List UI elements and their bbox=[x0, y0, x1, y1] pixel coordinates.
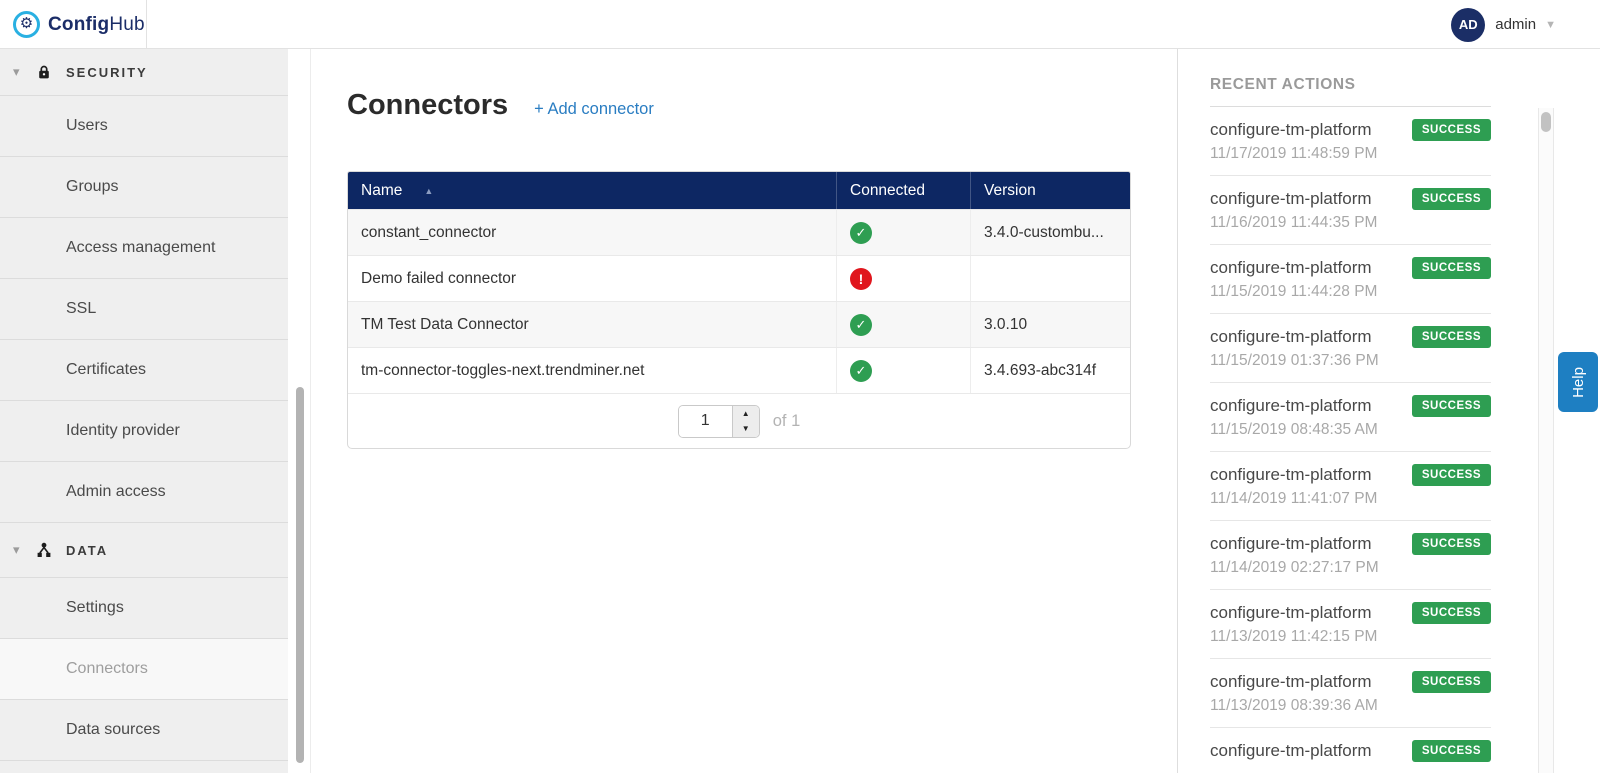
table-row[interactable]: tm-connector-toggles-next.trendminer.net… bbox=[348, 347, 1130, 393]
sidebar-item-groups[interactable]: Groups bbox=[0, 157, 288, 218]
connector-version: 3.4.0-custombu... bbox=[971, 210, 1130, 255]
action-timestamp: 11/13/2019 11:42:15 PM bbox=[1210, 627, 1491, 646]
connector-name: Demo failed connector bbox=[348, 256, 837, 301]
recent-actions-title: RECENT ACTIONS bbox=[1210, 76, 1356, 93]
recent-action-item[interactable]: configure-tm-platform 11/14/2019 11:41:0… bbox=[1210, 452, 1491, 521]
sidebar-section-label: SECURITY bbox=[66, 65, 148, 80]
action-timestamp: 11/15/2019 11:44:28 PM bbox=[1210, 282, 1491, 301]
recent-action-item[interactable]: configure-tm-platform 11/14/2019 02:27:1… bbox=[1210, 521, 1491, 590]
status-badge: SUCCESS bbox=[1412, 188, 1491, 210]
app-title: ConfigHub bbox=[48, 14, 145, 36]
connection-status-icon bbox=[850, 360, 872, 382]
connectors-table: Name ▲ Connected Version constant_connec… bbox=[347, 171, 1131, 449]
table-header: Name ▲ Connected Version bbox=[348, 172, 1130, 209]
main-content: Connectors + Add connector Name ▲ Connec… bbox=[311, 49, 1177, 773]
table-row[interactable]: TM Test Data Connector 3.0.10 bbox=[348, 301, 1130, 347]
sidebar-item-ssl[interactable]: SSL bbox=[0, 279, 288, 340]
sidebar-scrollbar[interactable] bbox=[296, 387, 304, 763]
status-badge: SUCCESS bbox=[1412, 119, 1491, 141]
recent-action-item[interactable]: configure-tm-platform 11/15/2019 11:44:2… bbox=[1210, 245, 1491, 314]
action-timestamp: 11/17/2019 11:48:59 PM bbox=[1210, 144, 1491, 163]
app-logo[interactable]: ⚙ ConfigHub bbox=[0, 0, 147, 49]
sidebar-item-users[interactable]: Users bbox=[0, 96, 288, 157]
status-badge: SUCCESS bbox=[1412, 602, 1491, 624]
action-timestamp: 11/14/2019 11:41:07 PM bbox=[1210, 489, 1491, 508]
recent-action-item[interactable]: configure-tm-platform SUCCESS bbox=[1210, 728, 1491, 773]
status-badge: SUCCESS bbox=[1412, 533, 1491, 555]
add-connector-button[interactable]: + Add connector bbox=[534, 100, 654, 119]
hierarchy-icon bbox=[36, 542, 52, 558]
chevron-down-icon: ▾ bbox=[13, 542, 20, 558]
help-tab[interactable]: Help bbox=[1558, 352, 1598, 412]
panel-scrollbar-thumb[interactable] bbox=[1541, 112, 1551, 132]
table-pagination: ▲ ▼ of 1 bbox=[348, 393, 1130, 448]
status-badge: SUCCESS bbox=[1412, 740, 1491, 762]
action-timestamp: 11/15/2019 01:37:36 PM bbox=[1210, 351, 1491, 370]
connector-version: 3.0.10 bbox=[971, 302, 1130, 347]
recent-action-item[interactable]: configure-tm-platform 11/17/2019 11:48:5… bbox=[1210, 107, 1491, 176]
sidebar-item-certificates[interactable]: Certificates bbox=[0, 340, 288, 401]
avatar: AD bbox=[1451, 8, 1485, 42]
recent-action-item[interactable]: configure-tm-platform 11/15/2019 08:48:3… bbox=[1210, 383, 1491, 452]
sidebar-section-security[interactable]: ▾ SECURITY bbox=[0, 49, 288, 96]
lock-icon bbox=[36, 64, 52, 80]
page-count-label: of 1 bbox=[773, 412, 801, 431]
action-timestamp: 11/14/2019 02:27:17 PM bbox=[1210, 558, 1491, 577]
user-menu[interactable]: AD admin ▼ bbox=[1451, 0, 1556, 49]
username: admin bbox=[1495, 16, 1536, 33]
sidebar-section-data[interactable]: ▾ DATA bbox=[0, 523, 288, 578]
help-tab-label: Help bbox=[1569, 367, 1586, 398]
table-row[interactable]: Demo failed connector bbox=[348, 255, 1130, 301]
recent-actions-panel: RECENT ACTIONS configure-tm-platform 11/… bbox=[1178, 49, 1600, 773]
sidebar-item-access-management[interactable]: Access management bbox=[0, 218, 288, 279]
status-badge: SUCCESS bbox=[1412, 257, 1491, 279]
status-badge: SUCCESS bbox=[1412, 395, 1491, 417]
sidebar-item-settings[interactable]: Settings bbox=[0, 578, 288, 639]
action-timestamp: 11/16/2019 11:44:35 PM bbox=[1210, 213, 1491, 232]
sidebar-item-admin-access[interactable]: Admin access bbox=[0, 462, 288, 523]
column-header-name[interactable]: Name ▲ bbox=[348, 172, 837, 209]
sidebar: ▾ SECURITY Users Groups Access managemen… bbox=[0, 49, 288, 773]
status-badge: SUCCESS bbox=[1412, 671, 1491, 693]
sort-asc-icon: ▲ bbox=[424, 186, 433, 196]
recent-action-item[interactable]: configure-tm-platform 11/13/2019 08:39:3… bbox=[1210, 659, 1491, 728]
top-bar: ⚙ ConfigHub AD admin ▼ bbox=[0, 0, 1600, 49]
column-header-connected[interactable]: Connected bbox=[837, 172, 971, 209]
status-badge: SUCCESS bbox=[1412, 464, 1491, 486]
sidebar-section-label: DATA bbox=[66, 543, 108, 558]
recent-action-item[interactable]: configure-tm-platform 11/16/2019 11:44:3… bbox=[1210, 176, 1491, 245]
connector-name: constant_connector bbox=[348, 210, 837, 255]
sidebar-item-connectors[interactable]: Connectors bbox=[0, 639, 288, 700]
recent-action-item[interactable]: configure-tm-platform 11/13/2019 11:42:1… bbox=[1210, 590, 1491, 659]
connector-name: TM Test Data Connector bbox=[348, 302, 837, 347]
stepper-down-icon[interactable]: ▼ bbox=[733, 421, 759, 437]
chevron-down-icon: ▼ bbox=[1545, 19, 1556, 31]
page-stepper: ▲ ▼ bbox=[732, 406, 759, 437]
recent-action-item[interactable]: configure-tm-platform 11/15/2019 01:37:3… bbox=[1210, 314, 1491, 383]
sidebar-item-identity-provider[interactable]: Identity provider bbox=[0, 401, 288, 462]
page-title: Connectors bbox=[347, 89, 508, 122]
sidebar-item-data-sources[interactable]: Data sources bbox=[0, 700, 288, 761]
connection-status-icon bbox=[850, 314, 872, 336]
table-row[interactable]: constant_connector 3.4.0-custombu... bbox=[348, 209, 1130, 255]
gear-icon: ⚙ bbox=[13, 11, 40, 38]
page-number-input[interactable] bbox=[679, 406, 732, 437]
connector-version: 3.4.693-abc314f bbox=[971, 348, 1130, 393]
chevron-down-icon: ▾ bbox=[13, 64, 20, 80]
stepper-up-icon[interactable]: ▲ bbox=[733, 406, 759, 422]
connection-status-icon bbox=[850, 268, 872, 290]
connector-name: tm-connector-toggles-next.trendminer.net bbox=[348, 348, 837, 393]
connection-status-icon bbox=[850, 222, 872, 244]
action-timestamp: 11/15/2019 08:48:35 AM bbox=[1210, 420, 1491, 439]
action-timestamp: 11/13/2019 08:39:36 AM bbox=[1210, 696, 1491, 715]
connector-version bbox=[971, 256, 1130, 301]
column-header-version[interactable]: Version bbox=[971, 172, 1130, 209]
status-badge: SUCCESS bbox=[1412, 326, 1491, 348]
panel-scrollbar-track[interactable] bbox=[1538, 108, 1554, 773]
